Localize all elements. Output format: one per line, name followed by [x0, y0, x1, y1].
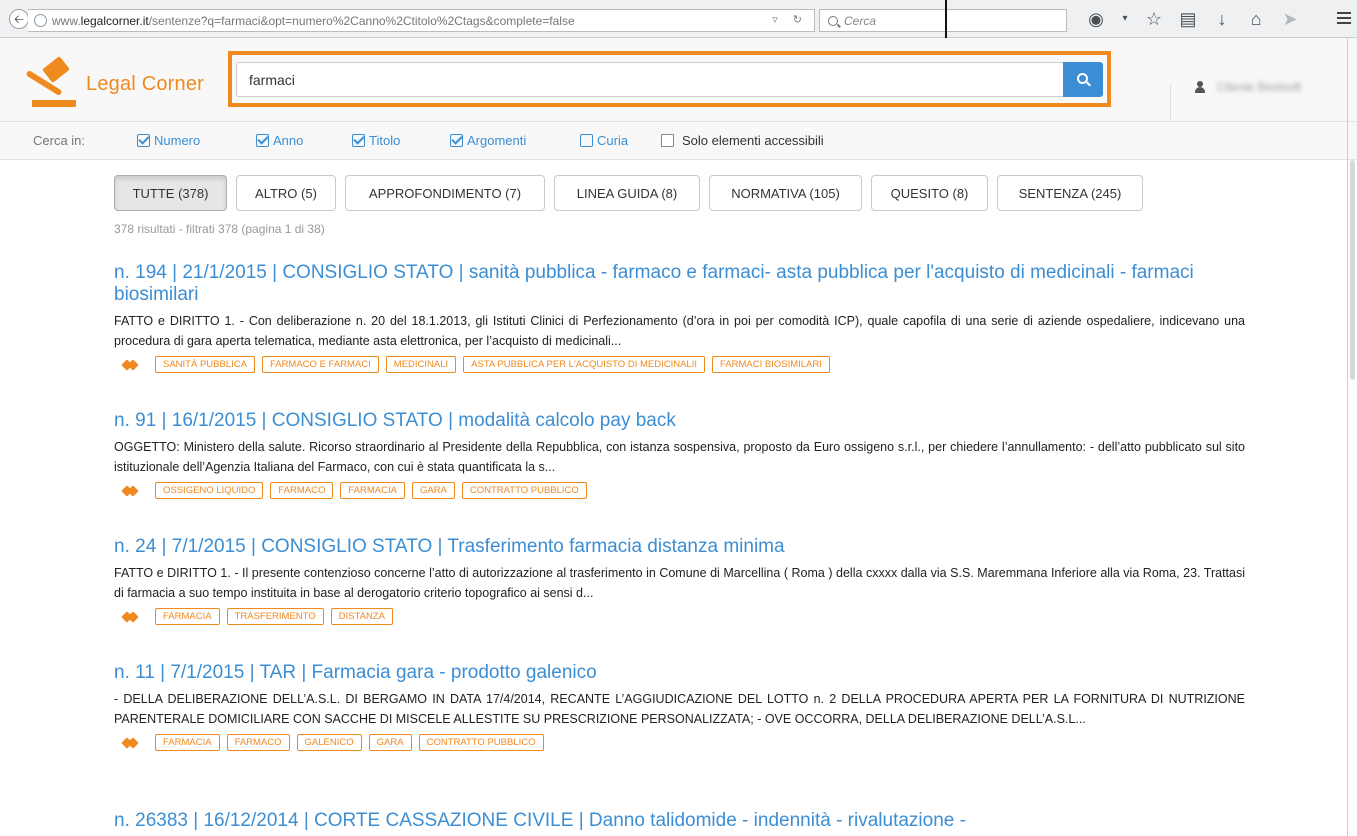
tags-icon — [123, 359, 141, 371]
tag[interactable]: CONTRATTO PUBBLICO — [461, 482, 587, 499]
tag[interactable]: MEDICINALI — [385, 356, 457, 373]
logo[interactable]: Legal Corner — [18, 56, 205, 110]
tag[interactable]: GALENICO — [296, 734, 362, 751]
category-linea-guida[interactable]: LINEA GUIDA (8) — [554, 175, 700, 211]
tag-list: FARMACIA TRASFERIMENTO DISTANZA — [114, 608, 1245, 625]
browser-search-box[interactable]: Cerca — [819, 9, 1067, 32]
search-input[interactable] — [236, 62, 1064, 97]
tag[interactable]: CONTRATTO PUBBLICO — [418, 734, 544, 751]
tag[interactable]: FARMACIA — [155, 608, 220, 625]
category-approfondimento[interactable]: APPROFONDIMENTO (7) — [345, 175, 545, 211]
reload-icon[interactable]: ▿ ↻ — [772, 13, 808, 26]
send-icon[interactable]: ➤ — [1280, 9, 1300, 29]
filter-argomenti[interactable]: Argomenti — [450, 133, 526, 148]
globe-icon — [34, 14, 47, 27]
user-menu[interactable]: Cliente Bestsoft — [1195, 80, 1301, 94]
home-icon[interactable]: ⌂ — [1246, 9, 1266, 29]
category-tutte[interactable]: TUTTE (378) — [114, 175, 227, 211]
result-title-link[interactable]: n. 194 | 21/1/2015 | CONSIGLIO STATO | s… — [114, 262, 1245, 306]
scrollbar-thumb[interactable] — [1350, 160, 1355, 380]
result-title-link[interactable]: n. 24 | 7/1/2015 | CONSIGLIO STATO | Tra… — [114, 536, 1245, 558]
tags-icon — [123, 611, 141, 623]
tags-icon — [123, 485, 141, 497]
checkbox-icon — [661, 134, 674, 147]
tag[interactable]: FARMACO — [226, 734, 290, 751]
result-title-link[interactable]: n. 11 | 7/1/2015 | TAR | Farmacia gara -… — [114, 662, 1245, 684]
result-item: n. 26383 | 16/12/2014 | CORTE CASSAZIONE… — [114, 810, 1245, 832]
tags-icon — [123, 737, 141, 749]
tag[interactable]: DISTANZA — [330, 608, 393, 625]
dropdown-arrow-icon[interactable]: ▾ — [1120, 9, 1130, 29]
user-name: Cliente Bestsoft — [1217, 80, 1302, 94]
tag[interactable]: FARMACO — [270, 482, 334, 499]
result-excerpt: - DELLA DELIBERAZIONE DELL’A.S.L. DI BER… — [114, 692, 1245, 726]
gavel-icon — [18, 56, 90, 110]
tag[interactable]: FARMACIA — [340, 482, 405, 499]
category-normativa[interactable]: NORMATIVA (105) — [709, 175, 862, 211]
result-excerpt: FATTO e DIRITTO 1. - Il presente contenz… — [114, 566, 1245, 600]
tag[interactable]: GARA — [411, 482, 455, 499]
checkbox-checked-icon — [256, 134, 269, 147]
tag[interactable]: GARA — [368, 734, 412, 751]
tag[interactable]: FARMACI BIOSIMILARI — [712, 356, 830, 373]
search-icon — [1076, 73, 1088, 84]
tag-list: FARMACIA FARMACO GALENICO GARA CONTRATTO… — [114, 734, 1245, 751]
result-item: n. 194 | 21/1/2015 | CONSIGLIO STATO | s… — [114, 262, 1245, 373]
checkbox-checked-icon — [450, 134, 463, 147]
search-button[interactable] — [1063, 62, 1103, 97]
address-bar[interactable]: www.legalcorner.it/sentenze?q=farmaci&op… — [28, 9, 815, 32]
result-excerpt: FATTO e DIRITTO 1. - Con deliberazione n… — [114, 314, 1245, 348]
settings-globe-icon[interactable]: ◉ — [1086, 9, 1106, 29]
tag[interactable]: FARMACO E FARMACI — [261, 356, 379, 373]
browser-toolbar: 🡠 www.legalcorner.it/sentenze?q=farmaci&… — [0, 0, 1357, 38]
back-arrow-icon[interactable]: 🡠 — [9, 9, 29, 29]
filter-curia[interactable]: Curia — [580, 133, 628, 148]
checkbox-checked-icon — [352, 134, 365, 147]
download-icon[interactable]: ↓ — [1212, 9, 1232, 29]
filter-numero[interactable]: Numero — [137, 133, 200, 148]
user-icon — [1195, 81, 1205, 93]
search-icon — [828, 15, 838, 26]
result-item: n. 11 | 7/1/2015 | TAR | Farmacia gara -… — [114, 662, 1245, 751]
search-scope-filters: Cerca in: Numero Anno Titolo Argomenti C… — [0, 122, 1357, 160]
hamburger-menu-icon[interactable] — [1337, 12, 1351, 24]
result-title-link[interactable]: n. 91 | 16/1/2015 | CONSIGLIO STATO | mo… — [114, 410, 1245, 432]
accessible-only-checkbox[interactable]: Solo elementi accessibili — [661, 133, 824, 148]
tag-list: SANITÀ PUBBLICA FARMACO E FARMACI MEDICI… — [114, 356, 1245, 373]
tag[interactable]: FARMACIA — [155, 734, 220, 751]
tag[interactable]: ASTA PUBBLICA PER L'ACQUISTO DI MEDICINA… — [463, 356, 705, 373]
checkbox-checked-icon — [137, 134, 150, 147]
checkbox-empty-icon — [580, 134, 593, 147]
result-title-link[interactable]: n. 26383 | 16/12/2014 | CORTE CASSAZIONE… — [114, 810, 1245, 832]
tag[interactable]: OSSIGENO LIQUIDO — [155, 482, 264, 499]
category-quesito[interactable]: QUESITO (8) — [871, 175, 988, 211]
tag[interactable]: SANITÀ PUBBLICA — [155, 356, 255, 373]
result-count: 378 risultati - filtrati 378 (pagina 1 d… — [114, 222, 325, 236]
filter-anno[interactable]: Anno — [256, 133, 303, 148]
url-text: www.legalcorner.it/sentenze?q=farmaci&op… — [52, 13, 575, 28]
category-altro[interactable]: ALTRO (5) — [236, 175, 336, 211]
result-item: n. 24 | 7/1/2015 | CONSIGLIO STATO | Tra… — [114, 536, 1245, 625]
filter-titolo[interactable]: Titolo — [352, 133, 400, 148]
scrollbar-track — [1347, 38, 1348, 836]
result-item: n. 91 | 16/1/2015 | CONSIGLIO STATO | mo… — [114, 410, 1245, 499]
logo-text: Legal Corner — [86, 72, 205, 95]
reading-list-icon[interactable]: ▤ — [1178, 9, 1198, 29]
tag[interactable]: TRASFERIMENTO — [226, 608, 324, 625]
tag-list: OSSIGENO LIQUIDO FARMACO FARMACIA GARA C… — [114, 482, 1245, 499]
result-excerpt: OGGETTO: Ministero della salute. Ricorso… — [114, 440, 1245, 474]
bookmark-star-icon[interactable]: ☆ — [1144, 9, 1164, 29]
filter-label: Cerca in: — [33, 133, 86, 148]
category-sentenza[interactable]: SENTENZA (245) — [997, 175, 1143, 211]
